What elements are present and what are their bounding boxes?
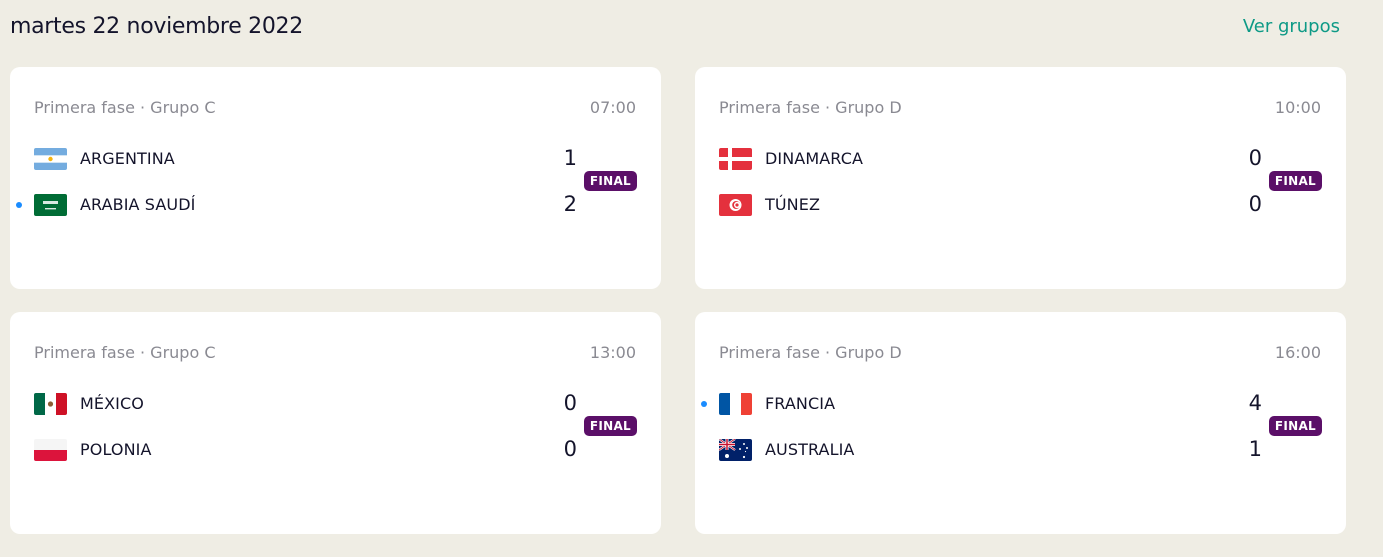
status-badge: FINAL (1268, 171, 1322, 191)
view-groups-link[interactable]: Ver grupos (1243, 16, 1340, 37)
winner-indicator-icon (701, 401, 707, 407)
match-time: 10:00 (1274, 98, 1321, 117)
match-card[interactable]: Primera fase · Grupo C 13:00 MÉXICO 0 PO… (10, 312, 661, 534)
team-score: 1 (563, 146, 577, 170)
team-name: ARABIA SAUDÍ (80, 195, 196, 214)
team-score: 0 (1248, 192, 1262, 216)
home-team-row: MÉXICO 0 (10, 391, 661, 417)
team-score: 0 (1248, 146, 1262, 170)
home-team-row: FRANCIA 4 (695, 391, 1346, 417)
match-phase: Primera fase · Grupo D (719, 343, 902, 362)
match-card[interactable]: Primera fase · Grupo C 07:00 ARGENTINA 1… (10, 67, 661, 289)
day-header: martes 22 noviembre 2022 (10, 14, 303, 39)
team-name: MÉXICO (80, 394, 144, 413)
poland-flag-icon (34, 439, 67, 461)
team-name: TÚNEZ (765, 195, 821, 214)
status-badge: FINAL (583, 171, 637, 191)
match-phase: Primera fase · Grupo D (719, 98, 902, 117)
denmark-flag-icon (719, 148, 752, 170)
team-score: 0 (563, 391, 577, 415)
tunisia-flag-icon (719, 194, 752, 216)
status-badge: FINAL (1268, 416, 1322, 436)
winner-indicator-icon (16, 202, 22, 208)
team-name: ARGENTINA (80, 149, 175, 168)
match-card[interactable]: Primera fase · Grupo D 10:00 DINAMARCA 0… (695, 67, 1346, 289)
match-time: 13:00 (589, 343, 636, 362)
team-score: 2 (563, 192, 577, 216)
australia-flag-icon (719, 439, 752, 461)
match-time: 16:00 (1274, 343, 1321, 362)
match-card[interactable]: Primera fase · Grupo D 16:00 FRANCIA 4 A… (695, 312, 1346, 534)
saudi-arabia-flag-icon (34, 194, 67, 216)
argentina-flag-icon (34, 148, 67, 170)
away-team-row: TÚNEZ 0 (695, 192, 1346, 218)
team-score: 0 (563, 437, 577, 461)
away-team-row: POLONIA 0 (10, 437, 661, 463)
team-name: POLONIA (80, 440, 152, 459)
home-team-row: ARGENTINA 1 (10, 146, 661, 172)
status-badge: FINAL (583, 416, 637, 436)
match-time: 07:00 (589, 98, 636, 117)
match-phase: Primera fase · Grupo C (34, 98, 216, 117)
home-team-row: DINAMARCA 0 (695, 146, 1346, 172)
mexico-flag-icon (34, 393, 67, 415)
team-score: 4 (1248, 391, 1262, 415)
team-name: AUSTRALIA (765, 440, 855, 459)
team-name: DINAMARCA (765, 149, 864, 168)
france-flag-icon (719, 393, 752, 415)
away-team-row: ARABIA SAUDÍ 2 (10, 192, 661, 218)
match-phase: Primera fase · Grupo C (34, 343, 216, 362)
team-score: 1 (1248, 437, 1262, 461)
away-team-row: AUSTRALIA 1 (695, 437, 1346, 463)
team-name: FRANCIA (765, 394, 836, 413)
